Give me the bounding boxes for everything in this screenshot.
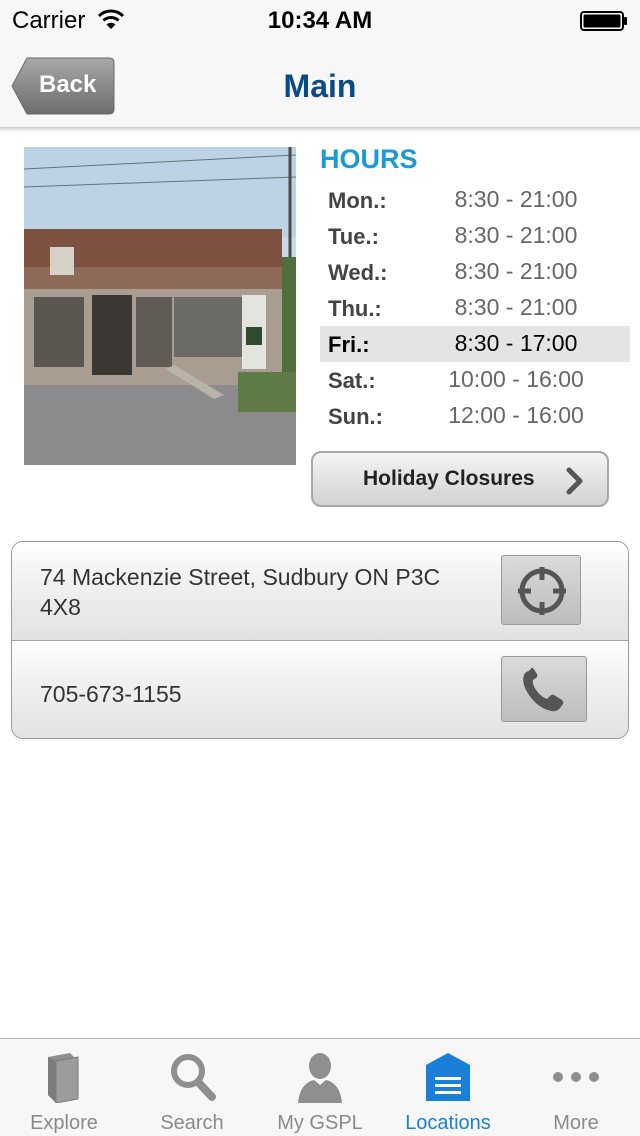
day-label: Wed.: [328,260,388,285]
phone-icon [523,667,564,712]
tab-search[interactable]: Search [128,1039,256,1136]
more-dots-icon [553,1072,599,1082]
address-row[interactable]: 74 Mackenzie Street, Sudbury ON P3C 4X8 [12,542,628,641]
day-label: Sun.: [328,404,383,429]
hours-row-mon: Mon.: 8:30 - 21:00 [320,182,630,218]
day-label: Sat.: [328,368,376,393]
time-value: 8:30 - 21:00 [454,258,578,284]
call-button[interactable] [501,656,587,722]
status-bar: Carrier 10:34 AM [0,0,640,40]
day-label: Fri.: [328,332,370,357]
hours-list: Mon.: 8:30 - 21:00 Tue.: 8:30 - 21:00 We… [320,182,630,434]
contact-card: 74 Mackenzie Street, Sudbury ON P3C 4X8 … [11,541,629,739]
address-text: 74 Mackenzie Street, Sudbury ON P3C 4X8 [40,564,441,620]
tab-label: My GSPL [277,1112,363,1134]
book-icon [48,1053,79,1103]
hours-row-tue: Tue.: 8:30 - 21:00 [320,218,630,254]
hours-title: HOURS [320,144,418,174]
hours-row-thu: Thu.: 8:30 - 21:00 [320,290,630,326]
hours-row-wed: Wed.: 8:30 - 21:00 [320,254,630,290]
holiday-closures-button[interactable]: Holiday Closures [311,451,609,507]
person-icon [298,1053,342,1103]
hours-row-sat: Sat.: 10:00 - 16:00 [320,362,630,398]
time-value: 8:30 - 21:00 [454,222,578,248]
tab-label: Locations [405,1112,491,1134]
chevron-right-icon [566,467,583,495]
battery-icon [580,11,627,31]
status-time: 10:34 AM [267,7,373,34]
tab-locations[interactable]: Locations [384,1039,512,1136]
tab-bar: Explore Search My GSPL Locations More [0,1038,640,1136]
day-label: Thu.: [328,296,382,321]
branch-photo [24,147,296,465]
time-value: 8:30 - 21:00 [454,186,578,212]
tab-label: Search [160,1112,224,1134]
hours-row-fri-today: Fri.: 8:30 - 17:00 [320,326,630,362]
tab-label: Explore [30,1112,98,1134]
time-value: 8:30 - 21:00 [454,294,578,320]
tab-label: More [553,1112,599,1134]
phone-number: 705-673-1155 [40,681,182,707]
magnifier-icon [171,1054,216,1101]
day-label: Mon.: [328,188,387,213]
nav-divider [0,128,640,132]
hours-row-sun: Sun.: 12:00 - 16:00 [320,398,630,434]
library-building-icon [426,1053,470,1101]
time-value: 8:30 - 17:00 [454,330,578,356]
phone-row[interactable]: 705-673-1155 [12,641,628,738]
day-label: Tue.: [328,224,379,249]
holiday-closures-label: Holiday Closures [363,467,535,490]
tab-explore[interactable]: Explore [0,1039,128,1136]
tab-my-gspl[interactable]: My GSPL [256,1039,384,1136]
time-value: 10:00 - 16:00 [448,366,584,392]
navigation-bar: Back Main [0,40,640,128]
locate-crosshair-icon [518,567,566,615]
locate-button[interactable] [501,555,581,625]
tab-more[interactable]: More [512,1039,640,1136]
time-value: 12:00 - 16:00 [448,402,584,428]
page-title: Main [283,68,357,104]
